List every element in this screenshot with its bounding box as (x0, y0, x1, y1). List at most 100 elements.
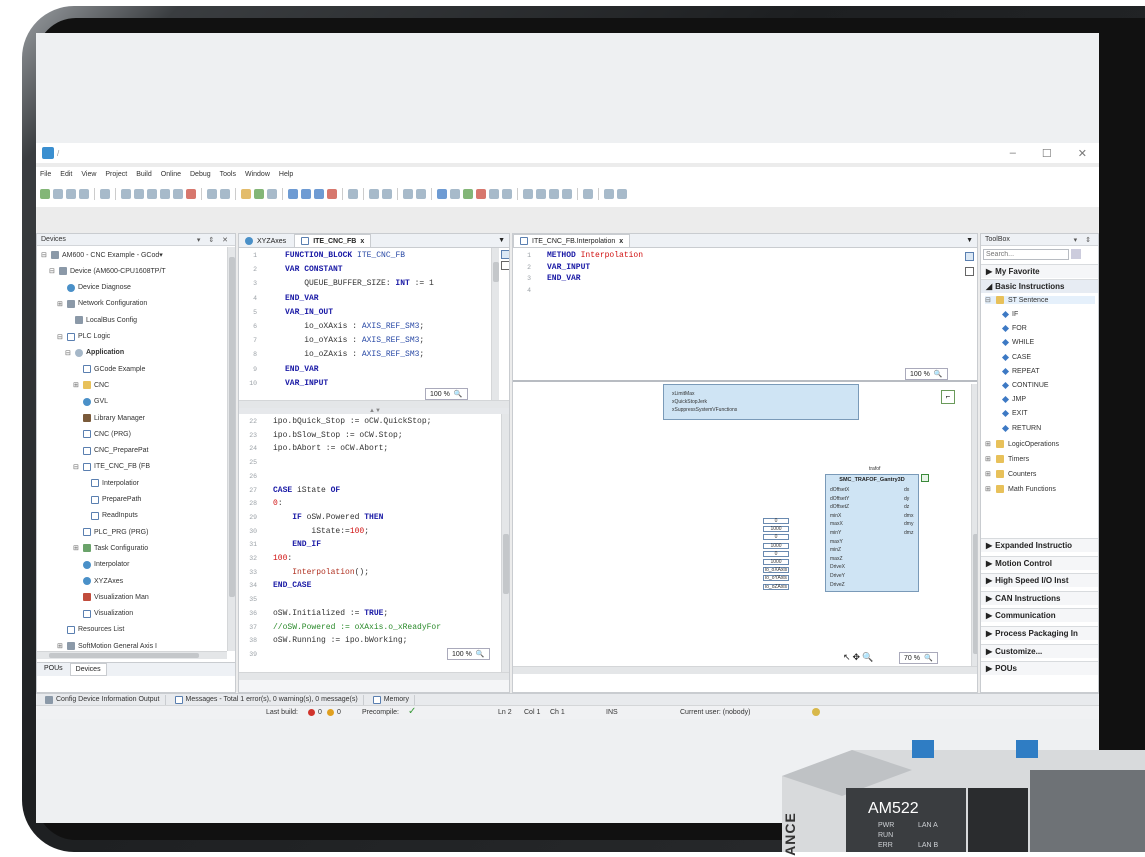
code-line[interactable]: 0: (273, 498, 283, 510)
tab-ite-cnc-fb[interactable]: ITE_CNC_FB x (294, 234, 372, 247)
toolbox-section[interactable]: ▶ Motion Control (981, 555, 1098, 570)
copy-icon[interactable] (160, 189, 170, 199)
implementation-scroll-thumb[interactable] (503, 534, 509, 594)
warning-count[interactable]: 0 (337, 709, 341, 716)
fb-input-value[interactable]: io_oYAxis (763, 575, 789, 582)
code-line[interactable]: END_VAR (285, 293, 319, 305)
fb-input-value[interactable]: 0 (763, 534, 789, 541)
code-line[interactable]: oSW.Initialized := TRUE; (273, 608, 388, 620)
tree-item[interactable]: PreparePath (81, 494, 141, 506)
tree-item[interactable]: ⊞ Task Configuratio (73, 542, 148, 554)
zoom-control-bottom[interactable]: 100 % 🔍 (447, 648, 490, 660)
fb-input-pin[interactable]: dOffsetX (830, 487, 849, 493)
toolbox-section[interactable]: ▶ Process Packaging In (981, 626, 1098, 640)
code-line[interactable]: VAR_INPUT (285, 378, 328, 390)
menu-window[interactable]: Window (245, 171, 270, 178)
tab-xyzaxes[interactable]: XYZAxes (239, 235, 292, 247)
add-object-icon[interactable] (382, 189, 392, 199)
fb-input-pin[interactable]: dOffsetY (830, 496, 849, 502)
monitor-icon[interactable] (604, 189, 614, 199)
code-line[interactable]: CASE iState OF (273, 485, 340, 497)
fb-input-value[interactable]: 1000 (763, 542, 789, 549)
implementation-scrollbar[interactable] (501, 414, 509, 672)
cut-icon[interactable] (147, 189, 157, 199)
tab-pous[interactable]: POUs (39, 663, 68, 676)
expander-icon[interactable]: ⊞ (57, 300, 64, 308)
code-line[interactable]: END_VAR (547, 273, 581, 285)
section-basic-instructions[interactable]: ◢ Basic Instructions (981, 279, 1098, 293)
fb-input-pin[interactable]: maxX (830, 521, 843, 527)
code-line[interactable]: QUEUE_BUFFER_SIZE: INT := 1 (285, 278, 434, 290)
tree-item[interactable]: Device Diagnose (57, 282, 131, 294)
fb-input-value[interactable]: 1000 (763, 559, 789, 565)
fb-output-pin[interactable]: dmz (904, 530, 913, 536)
cfc-corner-button[interactable]: ⌐ (941, 390, 955, 404)
toolbox-section[interactable]: ▶ Expanded Instructio (981, 538, 1098, 552)
device-icon[interactable] (416, 189, 426, 199)
build-icon[interactable] (241, 189, 251, 199)
st-item[interactable]: CASE (1001, 353, 1031, 361)
error-count[interactable]: 0 (318, 709, 322, 716)
st-item[interactable]: REPEAT (1001, 367, 1040, 375)
fb-input-pin[interactable]: maxY (830, 539, 843, 545)
fb-input-value[interactable]: io_oZAxis (763, 583, 789, 590)
fb-input-pin[interactable]: DriveY (830, 573, 845, 579)
devices-hscroll-thumb[interactable] (49, 653, 199, 658)
devices-panel-controls[interactable]: ▾ ⇕ ✕ (197, 236, 231, 244)
toolbox-folder[interactable]: ⊞ Counters (985, 470, 1036, 478)
fb-input-value[interactable]: 0 (763, 550, 789, 557)
tree-item[interactable]: ReadInputs (81, 510, 138, 522)
login-icon[interactable] (288, 189, 298, 199)
fb-output-pin[interactable]: dmx (904, 513, 913, 519)
code-line[interactable]: io_oXAxis : AXIS_REF_SM3; (285, 321, 424, 333)
tree-item[interactable]: Resources List (57, 624, 124, 636)
tree-item[interactable]: ⊞ Network Configuration (57, 298, 147, 310)
tabular-view-icon[interactable] (965, 267, 974, 276)
diagram-zoom-control[interactable]: 70 % 🔍 (899, 652, 938, 664)
toolbox-section[interactable]: ▶ High Speed I/O Inst (981, 573, 1098, 588)
expander-icon[interactable]: ⊞ (73, 381, 80, 389)
fb-input-pin[interactable]: minX (830, 513, 841, 519)
delete-icon[interactable] (186, 189, 196, 199)
code-line[interactable]: ipo.bAbort := oCW.Abort; (273, 443, 388, 455)
toolbox-section[interactable]: ▶ CAN Instructions (981, 590, 1098, 605)
tab-dropdown-icon[interactable]: ▼ (498, 237, 505, 244)
save-all-icon[interactable] (79, 189, 89, 199)
code-line[interactable]: END_VAR (285, 364, 319, 376)
fb-input-pin[interactable]: DriveX (830, 564, 845, 570)
code-line[interactable]: METHOD Interpolation (547, 250, 643, 262)
diagram-scrollbar[interactable] (971, 384, 977, 666)
expander-icon[interactable]: ⊟ (49, 267, 56, 275)
devices-scrollbar[interactable] (227, 247, 235, 651)
tree-item[interactable]: ⊟ PLC Logic (57, 331, 110, 343)
code-line[interactable]: oSW.Running := ipo.bWorking; (273, 635, 407, 647)
code-line[interactable]: iState:=100; (273, 526, 369, 538)
new-project-icon[interactable] (40, 189, 50, 199)
code-line[interactable]: FUNCTION_BLOCK ITE_CNC_FB (285, 250, 405, 262)
page-icon[interactable] (369, 189, 379, 199)
code-line[interactable]: IF oSW.Powered THEN (273, 512, 383, 524)
tree-item[interactable]: ⊟ AM600 - CNC Example - GCod▾ (41, 249, 163, 261)
code-line[interactable]: io_oYAxis : AXIS_REF_SM3; (285, 335, 424, 347)
expander-icon[interactable]: ⊞ (73, 544, 80, 552)
list-view-icon[interactable] (965, 252, 974, 261)
section-my-favorite[interactable]: ▶ My Favorite (981, 264, 1098, 278)
implementation-editor[interactable]: 22 ipo.bQuick_Stop := oCW.QuickStop; 23 ipo… (239, 414, 509, 680)
code-line[interactable]: io_oZAxis : AXIS_REF_SM3; (285, 349, 424, 361)
code-line[interactable]: //oSW.Powered := oXAxis.o_xReadyFor (273, 622, 441, 634)
cfc-diagram[interactable]: xLimitMax xQuickStopJerk xSuppressSystem… (513, 384, 971, 666)
toolbox-folder[interactable]: ⊞ Timers (985, 455, 1029, 463)
fb-input-pin[interactable]: minZ (830, 547, 841, 553)
tab-config-output[interactable]: Config Device Information Output (40, 694, 166, 705)
list-view-icon[interactable] (501, 250, 509, 259)
fb-output-pin[interactable]: dmy (904, 521, 913, 527)
fb-output-pin[interactable]: dx (904, 487, 909, 493)
code-line[interactable]: 100: (273, 553, 292, 565)
reset-icon[interactable] (327, 189, 337, 199)
maximize-button[interactable]: ☐ (1042, 147, 1052, 160)
close-button[interactable]: ✕ (1078, 147, 1087, 160)
step-into-icon[interactable] (523, 189, 533, 199)
toolbox-search-input[interactable] (983, 249, 1069, 260)
fb-input-pin[interactable]: minY (830, 530, 841, 536)
expander-icon[interactable]: ⊞ (57, 642, 64, 650)
